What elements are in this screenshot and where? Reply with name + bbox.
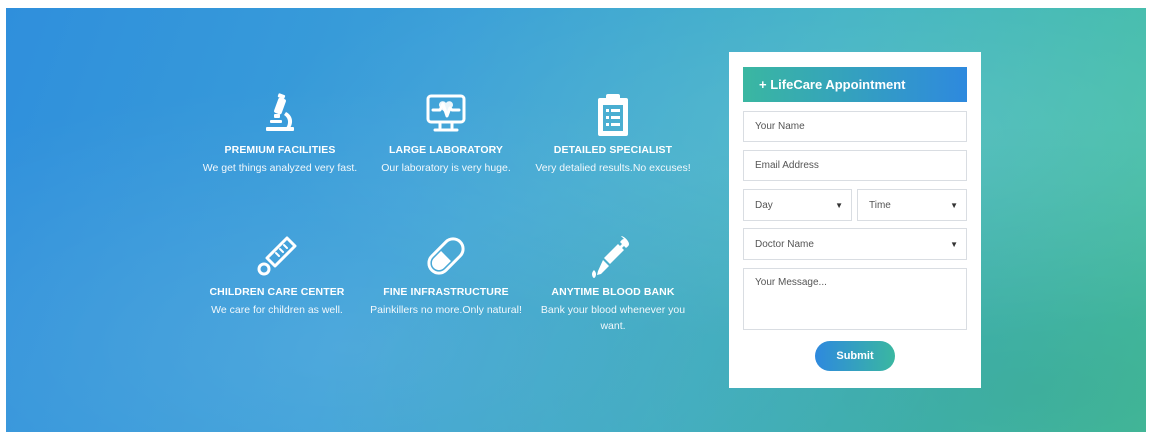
time-select[interactable]: Time ▼ xyxy=(857,189,967,221)
feature-anytime-blood-bank: ANYTIME BLOOD BANK Bank your blood whene… xyxy=(528,232,698,334)
microscope-icon xyxy=(266,93,294,131)
form-title: + LifeCare Appointment xyxy=(743,67,967,102)
doctor-select[interactable]: Doctor Name ▼ xyxy=(743,228,967,260)
feature-title: PREMIUM FACILITIES xyxy=(224,144,336,156)
dropper-icon xyxy=(592,236,629,278)
feature-description: Bank your blood whenever you want. xyxy=(540,304,686,332)
feature-description: Painkillers no more.Only natural! xyxy=(370,304,522,316)
feature-description: We care for children as well. xyxy=(211,304,343,316)
feature-title: ANYTIME BLOOD BANK xyxy=(551,286,675,298)
feature-children-care-center: CHILDREN CARE CENTER We care for childre… xyxy=(192,232,362,318)
chevron-down-icon: ▼ xyxy=(835,200,843,210)
feature-title: DETAILED SPECIALIST xyxy=(553,144,673,156)
feature-description: Our laboratory is very huge. xyxy=(381,162,511,174)
message-textarea[interactable] xyxy=(743,268,967,330)
day-select[interactable]: Day ▼ xyxy=(743,189,852,221)
feature-title: FINE INFRASTRUCTURE xyxy=(383,286,509,298)
feature-fine-infrastructure: FINE INFRASTRUCTURE Painkillers no more.… xyxy=(361,232,531,318)
clipboard-icon xyxy=(598,94,628,136)
feature-title: CHILDREN CARE CENTER xyxy=(209,286,345,298)
feature-detailed-specialist: DETAILED SPECIALIST Very detalied result… xyxy=(528,90,698,176)
pill-icon xyxy=(427,237,465,275)
day-select-value: Day xyxy=(755,199,773,211)
appointment-form: + LifeCare Appointment Day ▼ Time ▼ Doct… xyxy=(729,52,981,388)
feature-description: We get things analyzed very fast. xyxy=(202,162,358,174)
name-input[interactable] xyxy=(743,111,967,142)
submit-button[interactable]: Submit xyxy=(815,341,895,371)
email-input[interactable] xyxy=(743,150,967,181)
feature-description: Very detalied results.No excuses! xyxy=(535,162,691,174)
thermometer-icon xyxy=(257,236,297,276)
chevron-down-icon: ▼ xyxy=(950,200,958,210)
feature-large-laboratory: LARGE LABORATORY Our laboratory is very … xyxy=(361,90,531,176)
time-select-value: Time xyxy=(869,199,891,211)
chevron-down-icon: ▼ xyxy=(950,239,958,249)
doctor-select-value: Doctor Name xyxy=(755,238,814,250)
heartbeat-monitor-icon xyxy=(426,94,466,132)
feature-title: LARGE LABORATORY xyxy=(389,144,503,156)
feature-premium-facilities: PREMIUM FACILITIES We get things analyze… xyxy=(195,90,365,176)
